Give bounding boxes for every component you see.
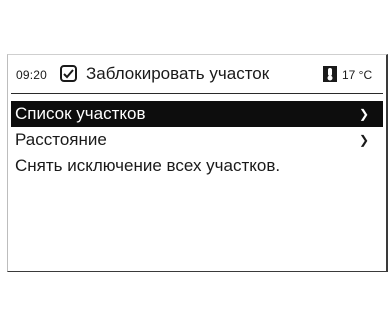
menu-item-remove-all-exclusions[interactable]: Снять исключение всех участков. bbox=[11, 153, 383, 179]
clock-time: 09:20 bbox=[16, 68, 48, 82]
header-divider bbox=[11, 93, 383, 94]
checkbox-icon bbox=[60, 65, 77, 82]
display-screen: 09:20 Заблокировать участок 17 °C Список… bbox=[7, 54, 388, 272]
status-bar: 09:20 Заблокировать участок 17 °C bbox=[8, 55, 386, 95]
thermometer-icon bbox=[322, 65, 338, 83]
menu-list: Список участков ❯ Расстояние ❯ Снять иск… bbox=[11, 101, 383, 179]
menu-item-label: Снять исключение всех участков. bbox=[15, 156, 281, 175]
chevron-right-icon: ❯ bbox=[358, 107, 369, 121]
menu-item-distance[interactable]: Расстояние ❯ bbox=[11, 127, 383, 153]
outside-temperature: 17 °C bbox=[342, 68, 373, 82]
menu-item-label: Список участков bbox=[15, 104, 146, 123]
menu-item-section-list[interactable]: Список участков ❯ bbox=[11, 101, 383, 127]
chevron-right-icon: ❯ bbox=[358, 133, 369, 147]
menu-item-label: Расстояние bbox=[15, 130, 107, 149]
page-title: Заблокировать участок bbox=[86, 64, 270, 83]
